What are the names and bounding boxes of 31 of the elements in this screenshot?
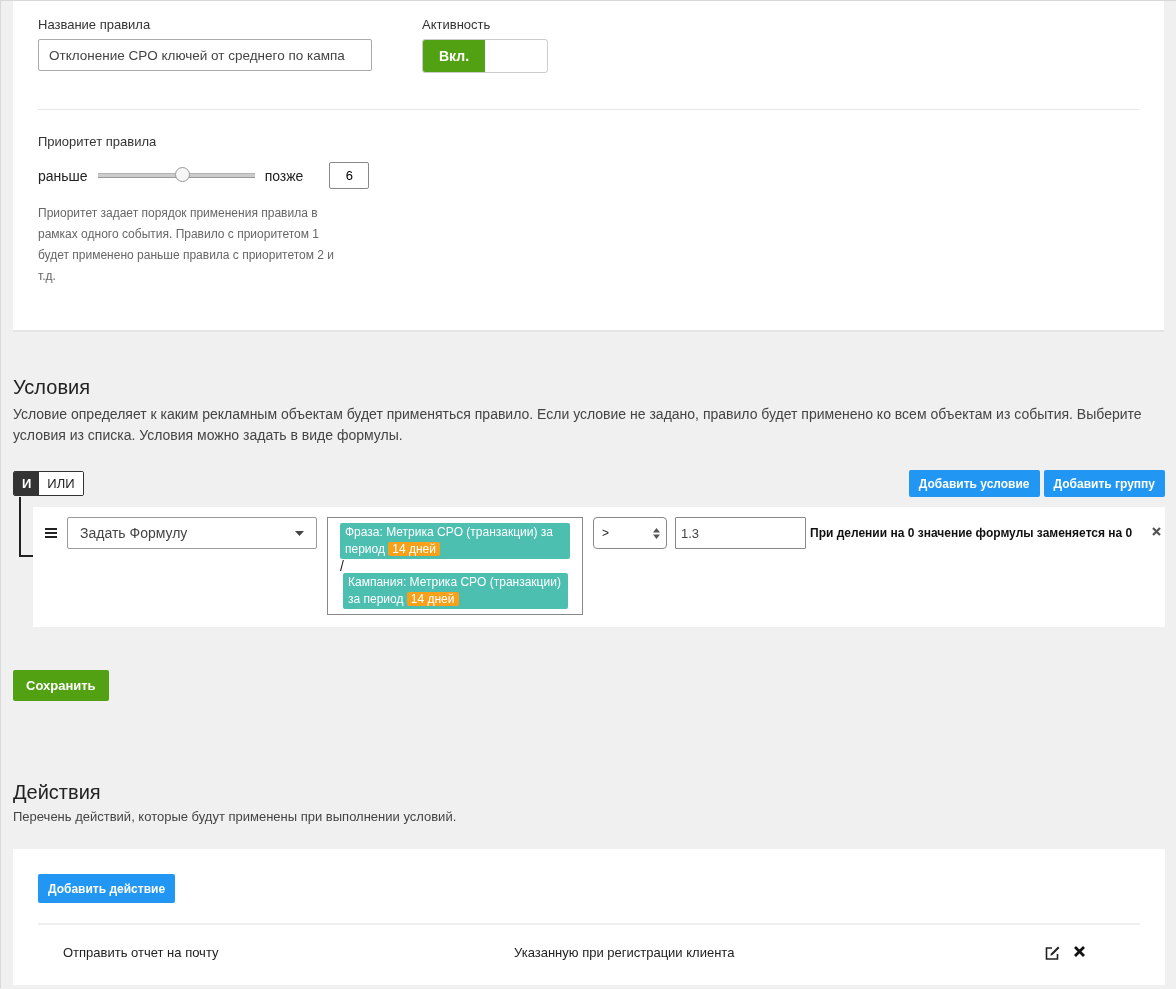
- updown-icon: [653, 527, 660, 539]
- edit-icon[interactable]: [1045, 945, 1060, 960]
- slider-label: раньше: [38, 167, 88, 184]
- action-target: Указанную при регистрации клиента: [514, 945, 736, 960]
- delete-icon[interactable]: [1074, 945, 1085, 957]
- caret-icon: [295, 530, 304, 536]
- field-label: Приоритет правила: [38, 134, 158, 149]
- logic-tab[interactable]: И: [14, 472, 40, 495]
- metric-tag: Фраза: Метрика CPO (транзакции) за период 14 дней: [340, 523, 570, 559]
- close-icon[interactable]: [1152, 527, 1162, 536]
- priority-field[interactable]: 6: [329, 162, 370, 189]
- condition-type-dropdown[interactable]: Задать Формулу: [67, 517, 317, 549]
- rule-name-field[interactable]: Отклонение CPO ключей от среднего по кампа: [38, 39, 372, 71]
- drag-handle-icon[interactable]: [45, 528, 57, 538]
- help-text: Приоритет задает порядок применения правила в рамках одного события. Правило с приоритетом 1 будет применено раньше правила с приоритетом 2 и т.д.: [38, 205, 336, 285]
- division-sign: /: [340, 559, 344, 573]
- section-title: Условия: [13, 376, 91, 399]
- action-name: Отправить отчет на почту: [63, 945, 220, 960]
- field-label: Название правила: [38, 17, 152, 32]
- logic-tab[interactable]: ИЛИ: [39, 472, 83, 495]
- field-label: Активность: [422, 17, 492, 32]
- formula-field[interactable]: Фраза: Метрика CPO (транзакции) за период 14 дней / Кампания: Метрика CPO (транзакции) за период 14 дней: [327, 517, 583, 615]
- slider-label: позже: [264, 167, 304, 184]
- formula-note: При делении на 0 значение формулы заменяется на 0: [810, 526, 1133, 540]
- section-description: Перечень действий, которые будут применены при выполнении условий.: [13, 809, 458, 824]
- section-title: Действия: [13, 781, 102, 804]
- section-description: Условие определяет к каким рекламным объектам будет применяться правило. Если условие не задано, правило будет применено ко всем объектам из события. Выберите условия из списка. Условия можно задать в виде формулы.: [13, 405, 1143, 445]
- metric-tag: Кампания: Метрика CPO (транзакции) за период 14 дней: [343, 573, 569, 609]
- slider-thumb[interactable]: [175, 167, 191, 182]
- value-field[interactable]: 1.3: [675, 517, 806, 549]
- comparison-select[interactable]: >: [593, 517, 667, 549]
